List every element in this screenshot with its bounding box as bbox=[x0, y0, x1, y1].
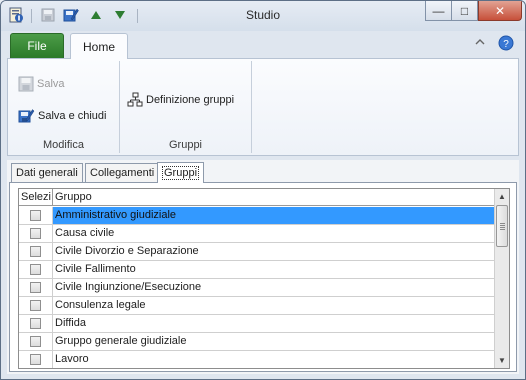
maximize-button[interactable]: □ bbox=[451, 1, 478, 21]
close-icon: ✕ bbox=[494, 3, 506, 18]
tab-label: Collegamenti bbox=[90, 167, 155, 179]
groups-panel: Selezi Gruppo Amministrativo giudiziale … bbox=[9, 182, 517, 372]
scroll-down-icon[interactable]: ▼ bbox=[495, 353, 509, 368]
save-and-close-button[interactable]: Salva e chiudi bbox=[18, 107, 107, 124]
title-bar: Studio — □ ✕ bbox=[1, 1, 525, 31]
groups-definition-button[interactable]: Definizione gruppi bbox=[127, 92, 234, 108]
save-label: Salva bbox=[37, 78, 65, 90]
groups-definition-label: Definizione gruppi bbox=[146, 94, 235, 106]
grip-line bbox=[500, 225, 505, 226]
row-checkbox[interactable] bbox=[30, 282, 41, 293]
checkbox-cell bbox=[19, 279, 53, 296]
save-button[interactable]: Salva bbox=[18, 76, 65, 92]
checkbox-cell bbox=[19, 225, 53, 242]
table-row[interactable]: Civile Ingiunzione/Esecuzione bbox=[19, 279, 495, 297]
table-row[interactable]: Lavoro bbox=[19, 351, 495, 368]
table-row[interactable]: Causa civile bbox=[19, 225, 495, 243]
checkbox-cell bbox=[19, 315, 53, 332]
ribbon: Salva Salva e chiudi Modifica Definizion… bbox=[7, 58, 519, 156]
column-header-selezione[interactable]: Selezi bbox=[19, 189, 53, 206]
group-name: Amministrativo giudiziale bbox=[53, 207, 495, 224]
tab-label: Dati generali bbox=[16, 167, 78, 179]
group-name: Diffida bbox=[55, 317, 86, 329]
ribbon-group-modifica: Salva Salva e chiudi Modifica bbox=[8, 59, 119, 155]
group-name: Lavoro bbox=[55, 353, 89, 365]
save-close-icon bbox=[18, 109, 35, 123]
group-name: Causa civile bbox=[55, 227, 115, 239]
minimize-button[interactable]: — bbox=[425, 1, 452, 21]
group-name: Civile Fallimento bbox=[55, 263, 136, 275]
row-checkbox[interactable] bbox=[30, 246, 41, 257]
row-checkbox[interactable] bbox=[30, 210, 41, 221]
grid-header: Selezi Gruppo bbox=[19, 189, 495, 206]
row-checkbox[interactable] bbox=[30, 264, 41, 275]
scroll-up-icon[interactable]: ▲ bbox=[495, 189, 509, 204]
groups-grid: Selezi Gruppo Amministrativo giudiziale … bbox=[18, 188, 510, 369]
help-icon[interactable]: ? bbox=[498, 35, 514, 54]
checkbox-cell bbox=[19, 297, 53, 314]
grip-line bbox=[500, 223, 505, 224]
close-button[interactable]: ✕ bbox=[478, 1, 522, 21]
group-label-gruppi: Gruppi bbox=[168, 139, 203, 151]
vertical-scrollbar[interactable]: ▲ ▼ bbox=[494, 189, 509, 368]
minimize-icon: — bbox=[432, 3, 445, 18]
group-name: Civile Divorzio e Separazione bbox=[55, 245, 199, 257]
checkbox-cell bbox=[19, 351, 53, 368]
table-row[interactable]: Civile Divorzio e Separazione bbox=[19, 243, 495, 261]
tab-label: Gruppi bbox=[162, 166, 200, 180]
table-row[interactable]: Amministrativo giudiziale bbox=[19, 207, 495, 225]
checkbox-cell bbox=[19, 207, 53, 224]
table-row[interactable]: Diffida bbox=[19, 315, 495, 333]
table-row[interactable]: Consulenza legale bbox=[19, 297, 495, 315]
table-row[interactable]: Civile Fallimento bbox=[19, 261, 495, 279]
row-checkbox[interactable] bbox=[30, 228, 41, 239]
group-name: Consulenza legale bbox=[55, 299, 146, 311]
save-and-close-label: Salva e chiudi bbox=[38, 109, 107, 122]
grip-line bbox=[500, 229, 505, 230]
tab-gruppi[interactable]: Gruppi bbox=[157, 162, 205, 183]
content-area: Dati generali Collegamenti Gruppi Selezi… bbox=[7, 160, 519, 374]
collapse-ribbon-icon[interactable] bbox=[475, 37, 485, 49]
app-window: Studio — □ ✕ File Home ? Salva Salva e c… bbox=[0, 0, 526, 380]
table-row[interactable]: Gruppo generale giudiziale bbox=[19, 333, 495, 351]
ribbon-group-divider bbox=[251, 61, 252, 153]
tab-dati-generali[interactable]: Dati generali bbox=[11, 163, 83, 182]
group-name: Gruppo generale giudiziale bbox=[55, 335, 187, 347]
maximize-icon: □ bbox=[460, 3, 469, 18]
group-name: Civile Ingiunzione/Esecuzione bbox=[55, 281, 202, 293]
checkbox-cell bbox=[19, 243, 53, 260]
svg-text:?: ? bbox=[503, 39, 509, 50]
row-checkbox[interactable] bbox=[30, 300, 41, 311]
tab-file[interactable]: File bbox=[10, 33, 64, 58]
checkbox-cell bbox=[19, 333, 53, 350]
checkbox-cell bbox=[19, 261, 53, 278]
row-checkbox[interactable] bbox=[30, 318, 41, 329]
tab-home[interactable]: Home bbox=[70, 33, 128, 59]
save-icon bbox=[18, 76, 34, 92]
tab-collegamenti[interactable]: Collegamenti bbox=[85, 163, 160, 182]
row-checkbox[interactable] bbox=[30, 354, 41, 365]
ribbon-group-gruppi: Definizione gruppi Gruppi bbox=[120, 59, 251, 155]
groups-definition-icon bbox=[127, 92, 143, 107]
group-label-modifica: Modifica bbox=[43, 139, 84, 151]
scroll-thumb[interactable] bbox=[496, 205, 508, 247]
column-header-gruppo[interactable]: Gruppo bbox=[53, 189, 495, 206]
grip-line bbox=[500, 227, 505, 228]
row-checkbox[interactable] bbox=[30, 336, 41, 347]
